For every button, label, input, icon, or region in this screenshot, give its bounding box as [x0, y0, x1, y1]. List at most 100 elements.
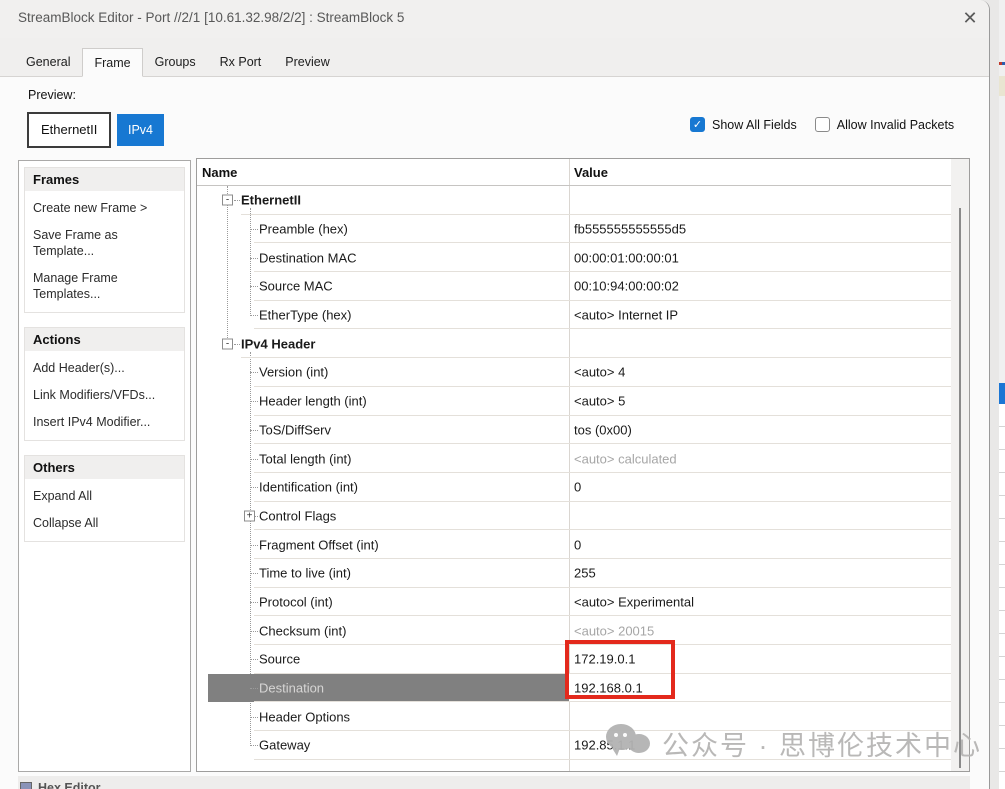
option-allow-invalid-packets[interactable]: Allow Invalid Packets	[815, 117, 954, 132]
tab-strip: GeneralFrameGroupsRx PortPreview	[0, 38, 989, 77]
field-row-ethernetii[interactable]: -EthernetII	[197, 186, 951, 215]
field-value[interactable]: tos (0x00)	[574, 422, 632, 437]
field-name: Source	[259, 652, 300, 667]
tab-frame[interactable]: Frame	[82, 48, 142, 77]
field-name: Total length (int)	[259, 451, 352, 466]
field-name: EthernetII	[241, 193, 301, 208]
tree-connector	[250, 573, 258, 574]
sidebar-item-collapse-all[interactable]: Collapse All	[33, 511, 176, 538]
field-row-source-mac[interactable]: Source MAC 00:10:94:00:00:02	[197, 272, 951, 301]
tab-general[interactable]: General	[14, 49, 82, 76]
window-title: StreamBlock Editor - Port //2/1 [10.61.3…	[18, 10, 404, 25]
field-name: Preamble (hex)	[259, 222, 348, 237]
tree-connector	[250, 487, 258, 488]
field-name: Checksum (int)	[259, 623, 346, 638]
tree-connector	[250, 286, 258, 287]
field-row-fragment-offset-int[interactable]: Fragment Offset (int)0	[197, 530, 951, 559]
field-value[interactable]: <auto> 5	[574, 394, 625, 409]
tree-connector	[250, 688, 258, 689]
ipv4-preview-button[interactable]: IPv4	[117, 114, 164, 146]
hex-editor-label: Hex Editor	[38, 781, 101, 789]
table-scrollbar-thumb[interactable]	[959, 208, 961, 768]
field-name: Time to live (int)	[259, 566, 351, 581]
sidebar-item-manage-frame-templates[interactable]: Manage Frame Templates...	[33, 266, 176, 309]
field-value[interactable]: 00:00:01:00:00:01	[574, 250, 679, 265]
field-name: Gateway	[259, 738, 310, 753]
field-row-total-length-int[interactable]: Total length (int) <auto> calculated	[197, 444, 951, 473]
wechat-icon	[606, 722, 654, 764]
field-row-control-flags[interactable]: + Control Flags	[197, 502, 951, 531]
option-show-all-fields[interactable]: ✓Show All Fields	[690, 117, 797, 132]
field-row-version-int[interactable]: Version (int) <auto> 4	[197, 358, 951, 387]
field-name: IPv4 Header	[241, 336, 315, 351]
tree-connector	[250, 631, 258, 632]
sidebar-item-create-new-frame[interactable]: Create new Frame >	[33, 196, 176, 223]
field-name: Source MAC	[259, 279, 333, 294]
sidebar-group-frames: FramesCreate new Frame >Save Frame as Te…	[24, 167, 185, 313]
expand-icon[interactable]: +	[244, 510, 255, 521]
background-grid-rows	[999, 404, 1005, 789]
field-name: Control Flags	[259, 508, 336, 523]
sidebar-item-insert-ipv4-modifier[interactable]: Insert IPv4 Modifier...	[33, 410, 176, 437]
background-selected-row	[999, 383, 1005, 404]
field-row-ipv4-header[interactable]: -IPv4 Header	[197, 329, 951, 358]
sidebar-group-actions: Actions Add Header(s)...Link Modifiers/VF…	[24, 327, 185, 441]
field-row-preamble-hex[interactable]: Preamble (hex) fb555555555555d5	[197, 215, 951, 244]
title-bar[interactable]: StreamBlock Editor - Port //2/1 [10.61.3…	[0, 0, 989, 38]
field-value[interactable]: 00:10:94:00:00:02	[574, 279, 679, 294]
unchecked-checkbox-icon[interactable]	[815, 117, 830, 132]
background-table-sliver	[999, 0, 1005, 789]
field-name: ToS/DiffServ	[259, 422, 331, 437]
tree-connector	[250, 315, 258, 316]
field-name: Protocol (int)	[259, 594, 333, 609]
ethernetii-preview-button[interactable]: EthernetII	[27, 112, 111, 148]
field-row-identification-int[interactable]: Identification (int)0	[197, 473, 951, 502]
field-value[interactable]: fb555555555555d5	[574, 222, 686, 237]
bottom-divider-band	[18, 776, 970, 789]
field-row-tos-diffserv[interactable]: ToS/DiffServ tos (0x00)	[197, 416, 951, 445]
field-value[interactable]: 255	[574, 566, 596, 581]
watermark: 公众号 · 思博伦技术中心	[606, 722, 982, 764]
sidebar-group-others: OthersExpand AllCollapse All	[24, 455, 185, 542]
tree-connector	[250, 258, 258, 259]
collapse-icon[interactable]: -	[222, 338, 233, 349]
field-value[interactable]: <auto> Internet IP	[574, 308, 678, 323]
field-value[interactable]: <auto> Experimental	[574, 594, 694, 609]
sidebar-item-expand-all[interactable]: Expand All	[33, 484, 176, 511]
table-scrollbar-track[interactable]	[951, 159, 969, 771]
field-name: EtherType (hex)	[259, 308, 352, 323]
tab-rx-port[interactable]: Rx Port	[208, 49, 274, 76]
field-row-header-length-int[interactable]: Header length (int) <auto> 5	[197, 387, 951, 416]
tree-connector	[234, 344, 240, 345]
field-name: Header length (int)	[259, 394, 367, 409]
sidebar-item-link-modifiers-vfds[interactable]: Link Modifiers/VFDs...	[33, 383, 176, 410]
tab-preview[interactable]: Preview	[273, 49, 341, 76]
tree-connector	[250, 430, 258, 431]
column-header-name: Name	[202, 165, 237, 180]
sidebar-item-add-header-s[interactable]: Add Header(s)...	[33, 356, 176, 383]
field-value[interactable]: <auto> calculated	[574, 451, 677, 466]
watermark-text: 公众号 · 思博伦技术中心	[662, 724, 982, 763]
field-row-protocol-int[interactable]: Protocol (int) <auto> Experimental	[197, 588, 951, 617]
sidebar-item-save-frame-as-template[interactable]: Save Frame as Template...	[33, 223, 176, 266]
tab-groups[interactable]: Groups	[143, 49, 208, 76]
tree-connector	[250, 372, 258, 373]
field-row-time-to-live-int[interactable]: Time to live (int) 255	[197, 559, 951, 588]
preview-label: Preview:	[28, 88, 76, 102]
field-value[interactable]: 0	[574, 480, 581, 495]
background-beige-row	[999, 76, 1005, 96]
close-icon[interactable]: ✕	[953, 4, 987, 32]
field-row-ethertype-hex[interactable]: EtherType (hex) <auto> Internet IP	[197, 301, 951, 330]
field-value[interactable]: <auto> 20015	[574, 623, 654, 638]
field-value[interactable]: <auto> 4	[574, 365, 625, 380]
collapse-icon[interactable]: -	[222, 195, 233, 206]
option-label: Allow Invalid Packets	[837, 118, 954, 132]
field-value[interactable]: 0	[574, 537, 581, 552]
field-name: Version (int)	[259, 365, 328, 380]
field-name: Destination MAC	[259, 250, 357, 265]
sidebar-panel: FramesCreate new Frame >Save Frame as Te…	[18, 160, 191, 772]
tree-connector	[250, 229, 258, 230]
sidebar-group-title: Actions	[25, 328, 184, 351]
field-row-destination-mac[interactable]: Destination MAC 00:00:01:00:00:01	[197, 243, 951, 272]
checked-checkbox-icon[interactable]: ✓	[690, 117, 705, 132]
